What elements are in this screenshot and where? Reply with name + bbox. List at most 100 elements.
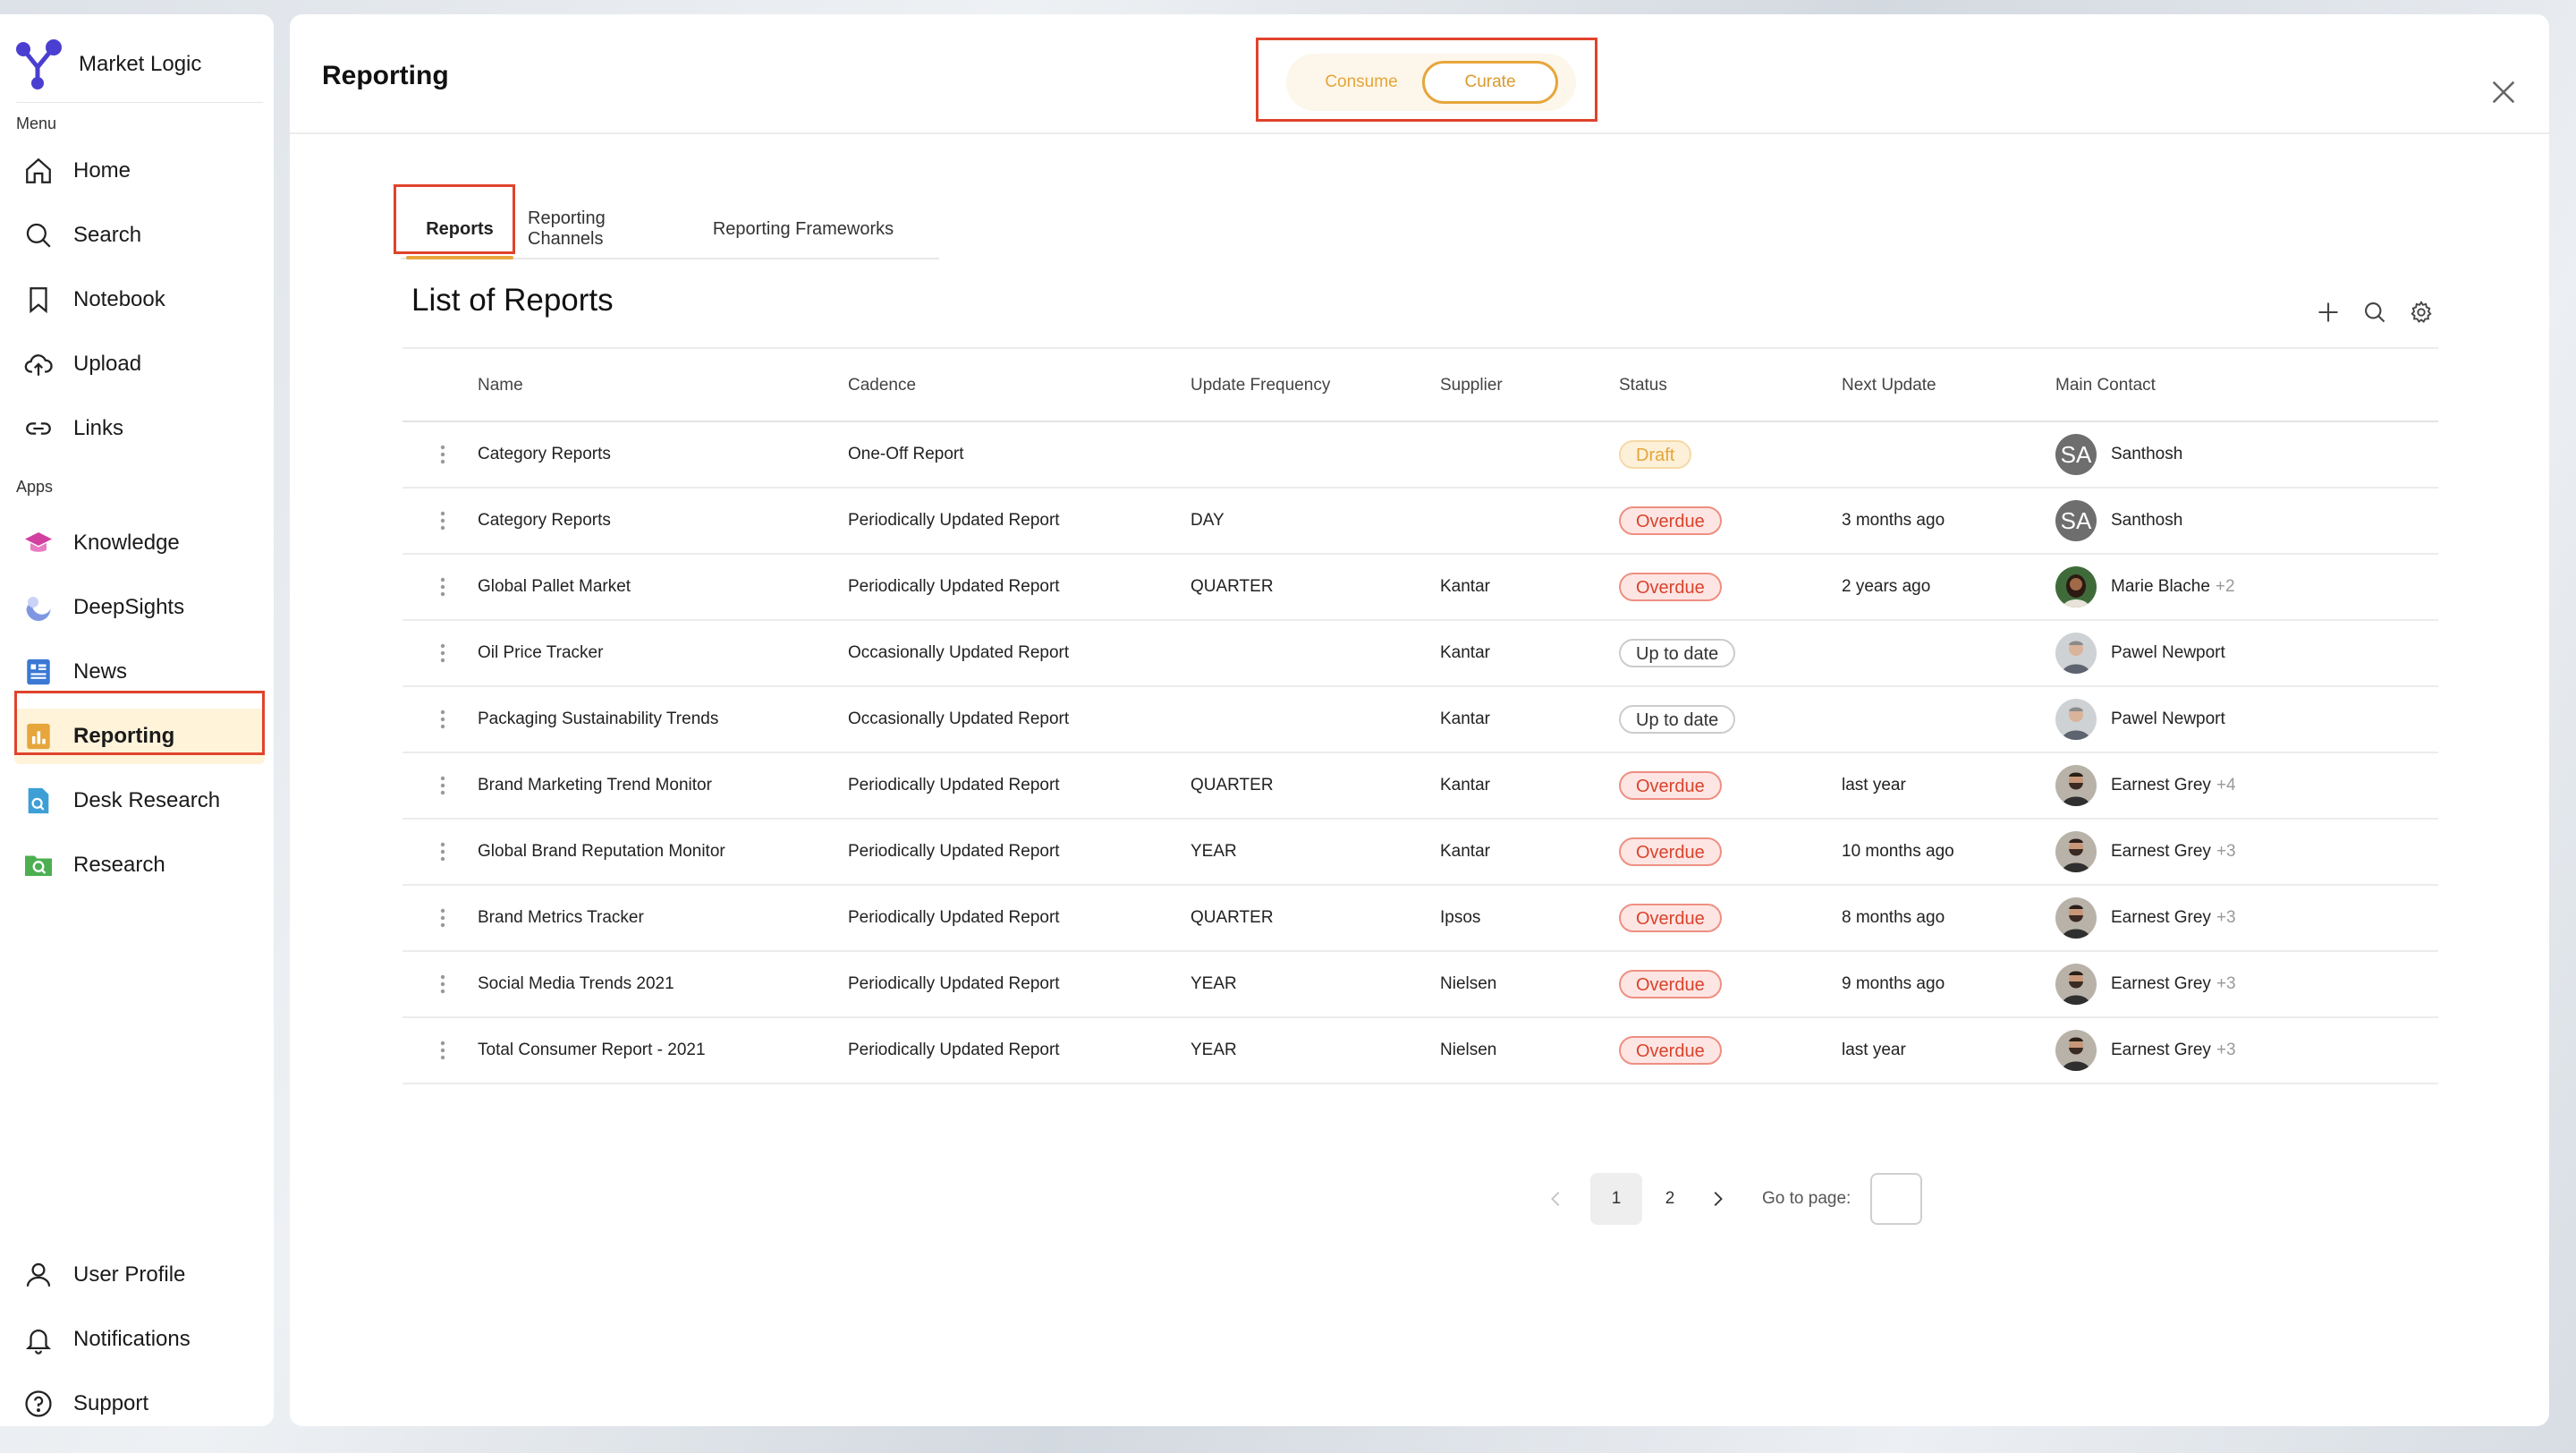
- contact-name: Earnest Grey: [2111, 974, 2211, 993]
- curate-toggle-option[interactable]: Curate: [1422, 61, 1558, 104]
- table-row[interactable]: Brand Marketing Trend Monitor Periodicall…: [402, 753, 2438, 820]
- row-menu-button[interactable]: [435, 836, 451, 868]
- cell-main-contact[interactable]: Pawel Newport: [2055, 621, 2231, 685]
- sidebar-item-knowledge[interactable]: Knowledge: [14, 515, 265, 571]
- cell-main-contact[interactable]: Earnest Grey +3: [2055, 886, 2236, 950]
- page-2-button[interactable]: 2: [1644, 1173, 1696, 1225]
- bell-icon: [21, 1322, 55, 1356]
- row-menu-button[interactable]: [435, 968, 451, 1000]
- sidebar-item-support[interactable]: Support: [14, 1376, 265, 1432]
- page-1-button[interactable]: 1: [1590, 1173, 1642, 1225]
- search-reports-button[interactable]: [2361, 299, 2388, 326]
- row-menu-button[interactable]: [435, 637, 451, 669]
- table-row[interactable]: Category Reports One-Off Report Draft SA San…: [402, 422, 2438, 489]
- sidebar-item-notebook[interactable]: Notebook: [14, 272, 265, 327]
- tab-reports[interactable]: Reports: [401, 200, 519, 259]
- cell-name[interactable]: Social Media Trends 2021: [478, 952, 674, 1016]
- cell-cadence: Occasionally Updated Report: [848, 643, 1070, 662]
- row-menu-button[interactable]: [435, 1034, 451, 1066]
- column-header-supplier[interactable]: Supplier: [1440, 376, 1503, 395]
- row-menu-button[interactable]: [435, 902, 451, 934]
- sidebar-item-deepsights[interactable]: DeepSights: [14, 580, 265, 635]
- close-button[interactable]: [2488, 77, 2519, 107]
- consume-toggle-option[interactable]: Consume: [1293, 61, 1429, 104]
- column-header-name[interactable]: Name: [478, 376, 523, 395]
- table-row[interactable]: Brand Metrics Tracker Periodically Update…: [402, 886, 2438, 952]
- row-menu-button[interactable]: [435, 703, 451, 735]
- status-badge: Overdue: [1619, 837, 1722, 866]
- table-row[interactable]: Social Media Trends 2021 Periodically Upd…: [402, 952, 2438, 1018]
- cell-name[interactable]: Packaging Sustainability Trends: [478, 687, 718, 752]
- goto-page-input[interactable]: [1870, 1173, 1923, 1225]
- cell-name[interactable]: Category Reports: [478, 422, 611, 487]
- add-report-button[interactable]: [2315, 299, 2342, 326]
- sidebar-item-home[interactable]: Home: [14, 143, 265, 199]
- cell-name[interactable]: Oil Price Tracker: [478, 621, 603, 685]
- cell-main-contact[interactable]: Earnest Grey +3: [2055, 952, 2236, 1016]
- table-row[interactable]: Global Pallet Market Periodically Updated…: [402, 555, 2438, 621]
- column-header-status[interactable]: Status: [1619, 376, 1667, 395]
- cell-status: Overdue: [1619, 753, 1722, 818]
- cell-status: Overdue: [1619, 555, 1722, 619]
- sidebar-item-upload[interactable]: Upload: [14, 336, 265, 392]
- bookmark-icon: [21, 283, 55, 317]
- table-row[interactable]: Global Brand Reputation Monitor Periodica…: [402, 820, 2438, 886]
- table-row[interactable]: Packaging Sustainability Trends Occasiona…: [402, 687, 2438, 753]
- tab-reporting-frameworks[interactable]: Reporting Frameworks: [669, 200, 937, 258]
- sidebar-item-desk-research[interactable]: Desk Research: [14, 773, 265, 828]
- row-menu-button[interactable]: [435, 769, 451, 802]
- status-badge: Up to date: [1619, 705, 1736, 734]
- cell-main-contact[interactable]: Earnest Grey +4: [2055, 753, 2236, 818]
- cell-main-contact[interactable]: SA Santhosh: [2055, 422, 2188, 487]
- cell-name[interactable]: Global Brand Reputation Monitor: [478, 820, 725, 884]
- cell-main-contact[interactable]: Earnest Grey +3: [2055, 1018, 2236, 1083]
- column-header-main-contact[interactable]: Main Contact: [2055, 376, 2156, 395]
- cell-next-update: last year: [1842, 1041, 1906, 1059]
- cell-cadence: Periodically Updated Report: [848, 776, 1060, 794]
- kebab-menu-icon: [440, 776, 445, 795]
- row-menu-button[interactable]: [435, 438, 451, 471]
- sidebar-item-label: Notebook: [73, 287, 165, 311]
- cell-main-contact[interactable]: Marie Blache +2: [2055, 555, 2235, 619]
- kebab-menu-icon: [440, 643, 445, 663]
- cell-name[interactable]: Category Reports: [478, 489, 611, 553]
- row-menu-button[interactable]: [435, 505, 451, 537]
- sidebar-item-user-profile[interactable]: User Profile: [14, 1247, 265, 1303]
- brand[interactable]: Market Logic: [13, 36, 201, 93]
- cell-update-frequency: QUARTER: [1191, 577, 1274, 596]
- previous-page-button[interactable]: [1538, 1181, 1574, 1217]
- cell-cadence: Periodically Updated Report: [848, 577, 1060, 596]
- cell-name[interactable]: Global Pallet Market: [478, 555, 631, 619]
- column-header-next-update[interactable]: Next Update: [1842, 376, 1936, 395]
- sidebar-item-reporting[interactable]: Reporting: [14, 709, 265, 764]
- contact-name: Earnest Grey: [2111, 1041, 2211, 1059]
- plus-icon: [2318, 302, 2338, 322]
- gear-icon: [2411, 301, 2432, 323]
- status-badge: Up to date: [1619, 639, 1736, 667]
- cell-main-contact[interactable]: Pawel Newport: [2055, 687, 2231, 752]
- sidebar-item-news[interactable]: News: [14, 644, 265, 700]
- table-settings-button[interactable]: [2408, 299, 2435, 326]
- mode-toggle[interactable]: Consume Curate: [1286, 54, 1576, 111]
- table-row[interactable]: Oil Price Tracker Occasionally Updated Re…: [402, 621, 2438, 687]
- avatar: [2055, 1030, 2097, 1071]
- cell-name[interactable]: Brand Metrics Tracker: [478, 886, 644, 950]
- tab-reporting-channels[interactable]: Reporting Channels: [519, 200, 669, 258]
- cell-name[interactable]: Total Consumer Report - 2021: [478, 1018, 706, 1083]
- table-row[interactable]: Category Reports Periodically Updated Rep…: [402, 489, 2438, 555]
- cell-main-contact[interactable]: Earnest Grey +3: [2055, 820, 2236, 884]
- column-header-cadence[interactable]: Cadence: [848, 376, 916, 395]
- cell-supplier: Kantar: [1440, 710, 1490, 728]
- row-menu-button[interactable]: [435, 571, 451, 603]
- sidebar-item-search[interactable]: Search: [14, 208, 265, 263]
- table-row[interactable]: Total Consumer Report - 2021 Periodically…: [402, 1018, 2438, 1084]
- sidebar-item-notifications[interactable]: Notifications: [14, 1312, 265, 1367]
- column-header-update-frequency[interactable]: Update Frequency: [1191, 376, 1330, 395]
- sidebar-item-links[interactable]: Links: [14, 401, 265, 456]
- cell-name[interactable]: Brand Marketing Trend Monitor: [478, 753, 712, 818]
- deepsights-icon: [21, 591, 55, 625]
- sidebar-item-research[interactable]: Research: [14, 837, 265, 893]
- contact-extra-count: +3: [2216, 908, 2236, 927]
- next-page-button[interactable]: [1699, 1181, 1735, 1217]
- cell-main-contact[interactable]: SA Santhosh: [2055, 489, 2188, 553]
